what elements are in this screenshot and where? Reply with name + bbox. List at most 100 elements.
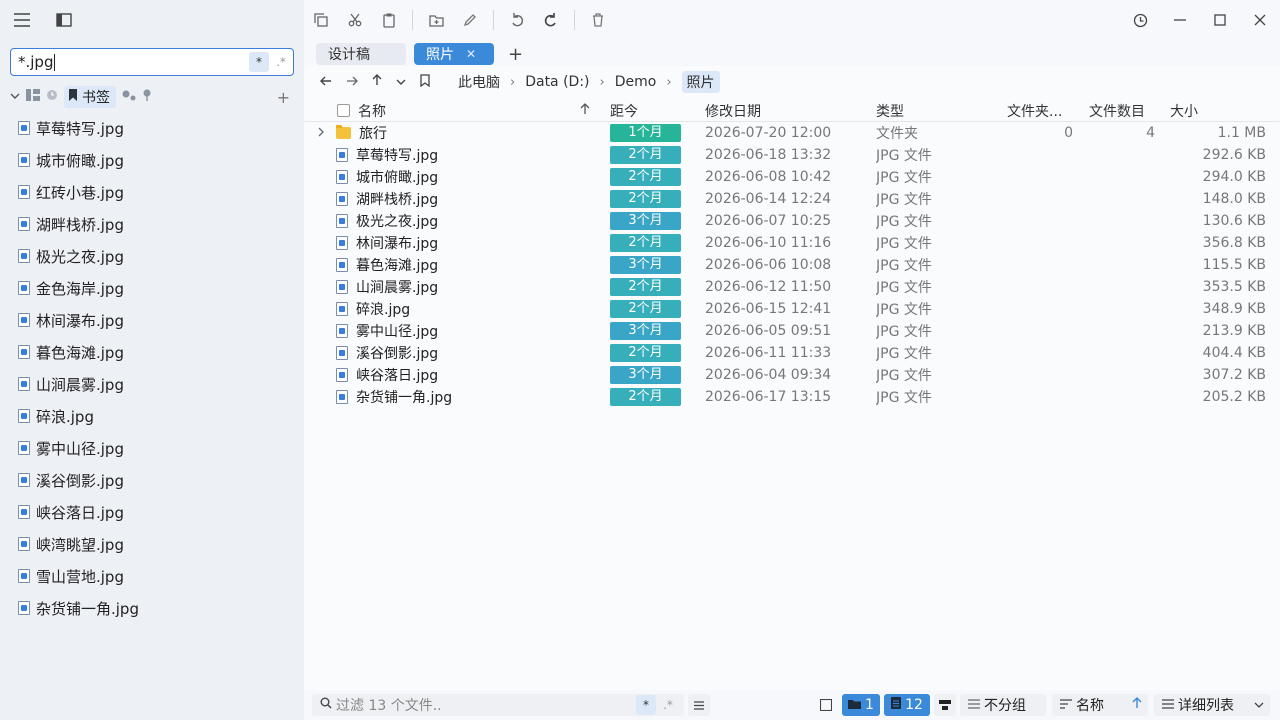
cell-type: JPG 文件 xyxy=(876,368,932,384)
bookmark-item[interactable]: 峡湾眺望.jpg xyxy=(18,528,298,560)
recent-clock-icon[interactable] xyxy=(46,89,58,105)
add-bookmark-button[interactable]: + xyxy=(277,88,294,107)
column-modified[interactable]: 修改日期 xyxy=(705,101,865,121)
up-arrow-icon[interactable] xyxy=(372,74,382,90)
forward-arrow-icon[interactable] xyxy=(346,74,358,90)
bookmark-item[interactable]: 雪山营地.jpg xyxy=(18,560,298,592)
image-file-icon xyxy=(336,302,348,316)
pin-icon[interactable] xyxy=(142,89,152,105)
chevron-down-icon xyxy=(1254,697,1264,713)
table-row[interactable]: 山涧晨雾.jpg 2个月 2026-06-12 11:50 JPG 文件 353.5 K… xyxy=(304,276,1280,298)
filter-options-icon[interactable] xyxy=(688,694,710,716)
table-row[interactable]: 旅行 1个月 2026-07-20 12:00 文件夹 0 4 1.1 MB xyxy=(304,122,1280,144)
image-file-icon xyxy=(336,148,348,162)
table-row[interactable]: 溪谷倒影.jpg 2个月 2026-06-11 11:33 JPG 文件 404.4 K… xyxy=(304,342,1280,364)
new-tab-button[interactable]: + xyxy=(502,44,523,65)
undo-icon[interactable] xyxy=(500,0,534,40)
column-age[interactable]: 距今 xyxy=(610,101,682,121)
cell-modified: 2026-06-11 11:33 xyxy=(705,345,832,361)
bookmark-item[interactable]: 林间瀑布.jpg xyxy=(18,304,298,336)
select-checkbox-icon[interactable] xyxy=(816,694,836,716)
select-all-checkbox[interactable] xyxy=(337,104,350,117)
cut-icon[interactable] xyxy=(338,0,372,40)
tab-design-drafts[interactable]: 设计稿 xyxy=(316,43,406,65)
sort-ascending-icon[interactable] xyxy=(580,102,590,119)
maximize-icon[interactable] xyxy=(1200,0,1240,40)
back-arrow-icon[interactable] xyxy=(320,74,332,90)
chevron-down-icon[interactable] xyxy=(10,92,20,103)
cell-type: JPG 文件 xyxy=(876,236,932,252)
table-row[interactable]: 暮色海滩.jpg 3个月 2026-06-06 10:08 JPG 文件 115.5 K… xyxy=(304,254,1280,276)
bookmark-item[interactable]: 山涧晨雾.jpg xyxy=(18,368,298,400)
hamburger-menu-icon[interactable] xyxy=(12,10,32,30)
tags-icon[interactable] xyxy=(122,89,136,105)
close-window-icon[interactable] xyxy=(1240,0,1280,40)
close-tab-icon[interactable]: ✕ xyxy=(466,47,476,61)
column-folder-count[interactable]: 文件夹... xyxy=(1007,101,1073,121)
bookmark-item[interactable]: 峡谷落日.jpg xyxy=(18,496,298,528)
paste-icon[interactable] xyxy=(372,0,406,40)
bookmark-item[interactable]: 草莓特写.jpg xyxy=(18,112,298,144)
toggle-sidebar-icon[interactable] xyxy=(54,10,74,30)
breadcrumb-demo[interactable]: Demo xyxy=(615,74,657,90)
redo-icon[interactable] xyxy=(534,0,568,40)
sidebar-search-input[interactable]: *.jpg * .* xyxy=(10,48,294,76)
breadcrumb-this-pc[interactable]: 此电脑 xyxy=(458,72,500,92)
cell-type: JPG 文件 xyxy=(876,324,932,340)
copy-icon[interactable] xyxy=(304,0,338,40)
history-dropdown-icon[interactable] xyxy=(396,74,406,90)
bookmark-item[interactable]: 雾中山径.jpg xyxy=(18,432,298,464)
expand-chevron-icon[interactable] xyxy=(318,127,325,140)
bookmark-outline-icon[interactable] xyxy=(420,73,430,91)
bookmark-item[interactable]: 杂货铺一角.jpg xyxy=(18,592,298,624)
table-row[interactable]: 草莓特写.jpg 2个月 2026-06-18 13:32 JPG 文件 292.6 K… xyxy=(304,144,1280,166)
sort-by-dropdown[interactable]: 名称 xyxy=(1052,694,1148,716)
column-settings-icon[interactable] xyxy=(934,694,956,716)
wildcard-toggle[interactable]: * xyxy=(249,52,269,72)
bookmark-item[interactable]: 碎浪.jpg xyxy=(18,400,298,432)
table-row[interactable]: 湖畔栈桥.jpg 2个月 2026-06-14 12:24 JPG 文件 148.0 K… xyxy=(304,188,1280,210)
delete-trash-icon[interactable] xyxy=(581,0,615,40)
regex-toggle[interactable]: .* xyxy=(271,52,291,72)
new-folder-icon[interactable] xyxy=(419,0,453,40)
bookmark-item[interactable]: 红砖小巷.jpg xyxy=(18,176,298,208)
column-file-count[interactable]: 文件数目 xyxy=(1089,101,1155,121)
sort-by-label: 名称 xyxy=(1076,698,1104,714)
filter-input[interactable]: 过滤 13 个文件.. * .* xyxy=(312,694,684,716)
tab-photos[interactable]: 照片 ✕ xyxy=(414,43,494,65)
table-row[interactable]: 雾中山径.jpg 3个月 2026-06-05 09:51 JPG 文件 213.9 K… xyxy=(304,320,1280,342)
breadcrumb-current[interactable]: 照片 xyxy=(681,71,720,93)
tab-bookmarks[interactable]: 书签 xyxy=(64,86,116,108)
breadcrumb-drive[interactable]: Data (D:) xyxy=(525,74,589,90)
table-row[interactable]: 林间瀑布.jpg 2个月 2026-06-10 11:16 JPG 文件 356.8 K… xyxy=(304,232,1280,254)
table-row[interactable]: 碎浪.jpg 2个月 2026-06-15 12:41 JPG 文件 348.9 KB xyxy=(304,298,1280,320)
table-row[interactable]: 极光之夜.jpg 3个月 2026-06-07 10:25 JPG 文件 130.6 K… xyxy=(304,210,1280,232)
bookmark-item[interactable]: 湖畔栈桥.jpg xyxy=(18,208,298,240)
bookmark-item[interactable]: 金色海岸.jpg xyxy=(18,272,298,304)
bookmark-item[interactable]: 暮色海滩.jpg xyxy=(18,336,298,368)
bookmark-item-label: 碎浪.jpg xyxy=(36,407,94,426)
table-row[interactable]: 峡谷落日.jpg 3个月 2026-06-04 09:34 JPG 文件 307.2 K… xyxy=(304,364,1280,386)
sort-direction-icon[interactable] xyxy=(1132,697,1142,713)
rename-pencil-icon[interactable] xyxy=(453,0,487,40)
file-count-badge[interactable]: 12 xyxy=(884,694,930,716)
bookmark-item[interactable]: 溪谷倒影.jpg xyxy=(18,464,298,496)
column-size[interactable]: 大小 xyxy=(1170,101,1266,121)
minimize-icon[interactable] xyxy=(1160,0,1200,40)
filter-regex-toggle[interactable]: .* xyxy=(658,695,678,715)
bookmark-item[interactable]: 城市俯瞰.jpg xyxy=(18,144,298,176)
view-mode-dropdown[interactable]: 详细列表 xyxy=(1154,694,1270,716)
cell-modified: 2026-06-14 12:24 xyxy=(705,191,832,207)
bookmark-item-label: 林间瀑布.jpg xyxy=(36,311,124,330)
age-badge: 2个月 xyxy=(610,234,681,252)
grid-view-icon[interactable] xyxy=(26,89,40,105)
group-by-dropdown[interactable]: 不分组 xyxy=(960,694,1046,716)
column-type[interactable]: 类型 xyxy=(876,101,996,121)
folder-count-badge[interactable]: 1 xyxy=(842,694,880,716)
history-icon[interactable] xyxy=(1120,0,1160,40)
bookmark-item[interactable]: 极光之夜.jpg xyxy=(18,240,298,272)
table-row[interactable]: 城市俯瞰.jpg 2个月 2026-06-08 10:42 JPG 文件 294.0 K… xyxy=(304,166,1280,188)
table-row[interactable]: 杂货铺一角.jpg 2个月 2026-06-17 13:15 JPG 文件 205.2 … xyxy=(304,386,1280,408)
file-name: 城市俯瞰.jpg xyxy=(356,170,439,186)
filter-wildcard-toggle[interactable]: * xyxy=(636,695,656,715)
